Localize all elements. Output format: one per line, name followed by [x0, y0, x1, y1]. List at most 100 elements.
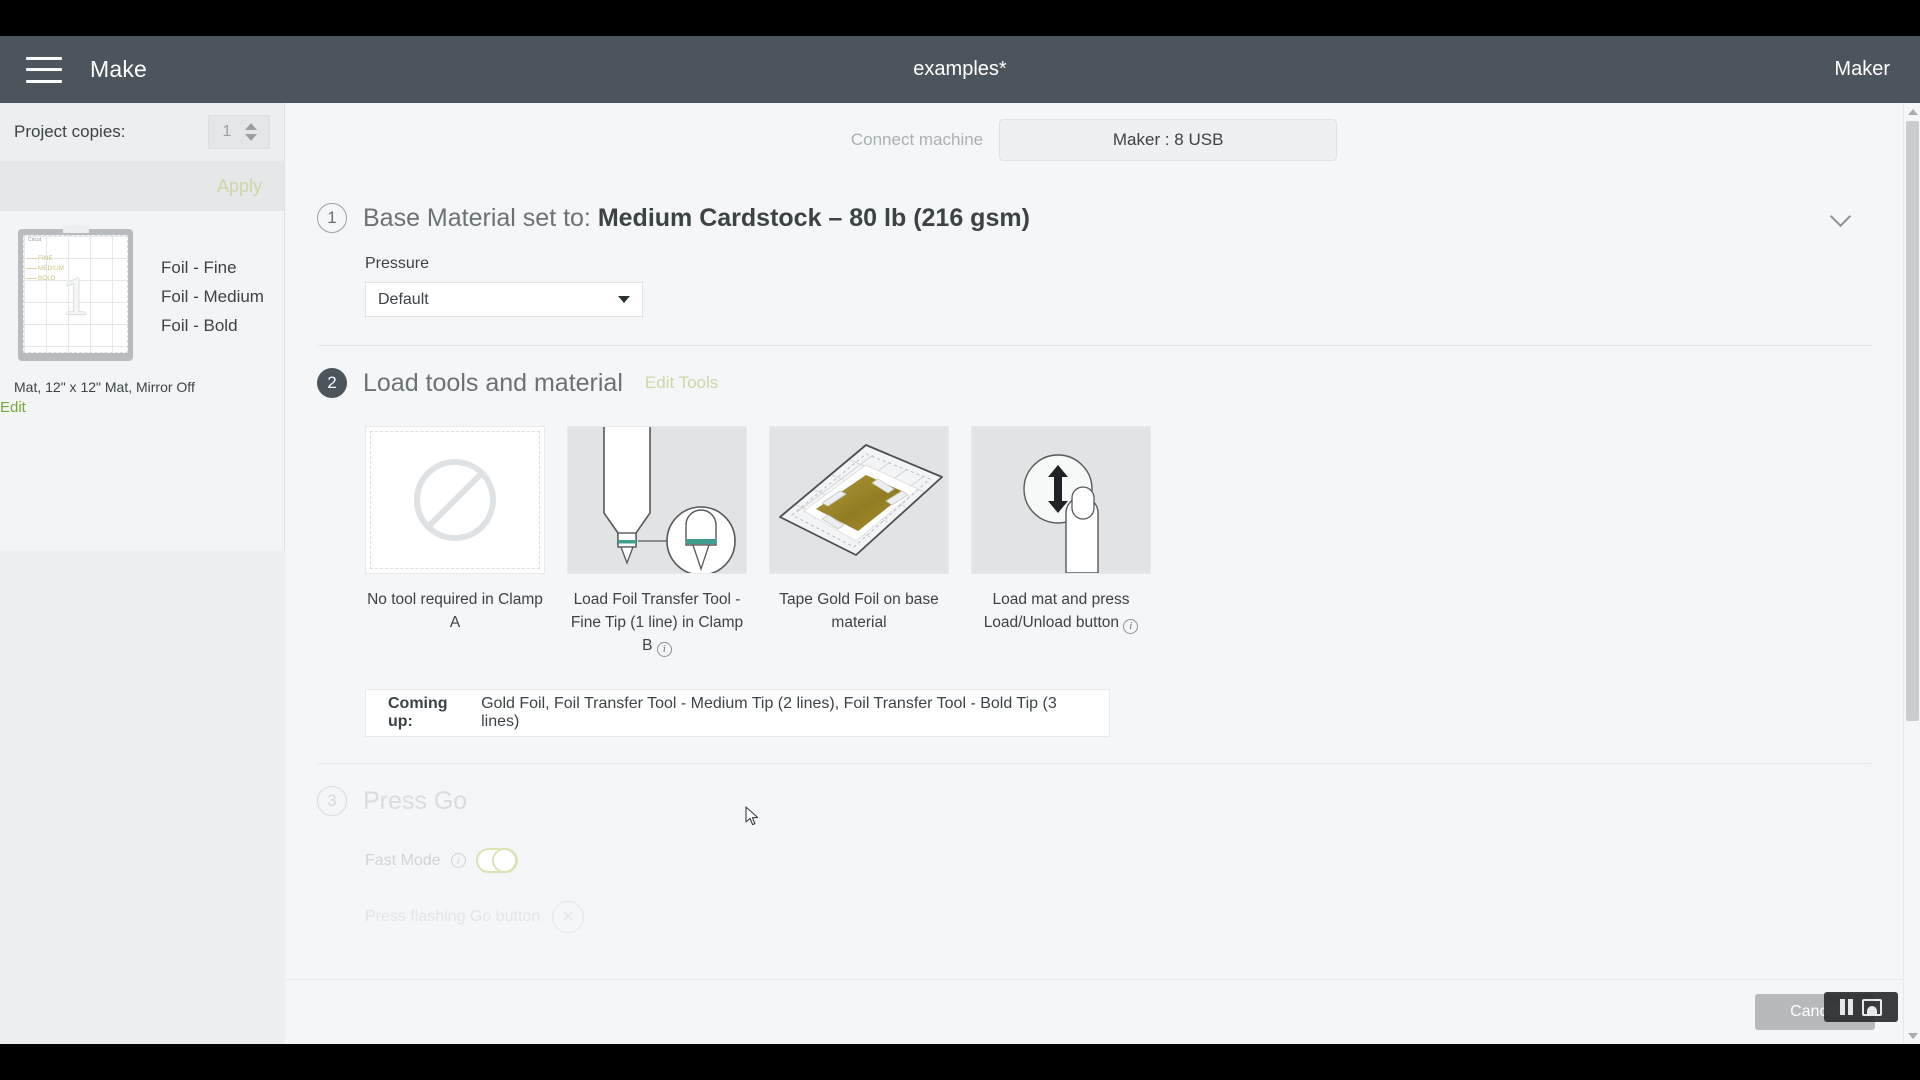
pressure-select[interactable]: Default: [365, 282, 643, 317]
tool-card-3-image: [971, 426, 1151, 574]
fast-mode-row: Fast Mode i: [317, 822, 1871, 873]
main-panel: Connect machine Maker : 8 USB 1 Base Mat…: [285, 103, 1903, 1044]
document-title: examples*: [913, 58, 1007, 80]
no-tool-icon: [414, 459, 496, 541]
apply-row: Apply: [0, 161, 284, 211]
apply-button[interactable]: Apply: [217, 176, 262, 197]
hamburger-menu-icon[interactable]: [26, 56, 62, 83]
toggle-knob: [491, 848, 517, 873]
step-3-title: Press Go: [363, 786, 468, 815]
make-screen: Make examples* Maker Project copies: App…: [0, 36, 1920, 1044]
bottom-bar: Cancel: [285, 979, 1903, 1044]
tool-card-2-caption: Tape Gold Foil on base material: [779, 591, 939, 631]
press-go-text: Press flashing Go button: [365, 908, 541, 925]
mat-brand-label: Cricut: [28, 237, 42, 243]
press-go-row: Press flashing Go button ✕: [317, 873, 1871, 933]
connect-machine-label: Connect machine: [850, 130, 984, 149]
step-1-header: 1 Base Material set to: Medium Cardstock…: [317, 181, 1871, 239]
info-icon[interactable]: i: [656, 642, 672, 657]
tool-list-item-0: Foil - Fine: [161, 258, 237, 277]
tool-card-0-caption: No tool required in Clamp A: [367, 591, 543, 631]
project-copies-input[interactable]: [209, 117, 245, 147]
tool-list-item-1: Foil - Medium: [161, 287, 264, 306]
step-1-title: Base Material set to: Medium Cardstock –…: [363, 204, 1030, 233]
go-button-icon: ✕: [552, 901, 585, 933]
tool-card-1-caption: Load Foil Transfer Tool - Fine Tip (1 li…: [567, 588, 747, 657]
top-bar: Make examples* Maker: [0, 36, 1920, 103]
tool-card-1-caption-text: Load Foil Transfer Tool - Fine Tip (1 li…: [570, 591, 744, 654]
mat-edit-link[interactable]: Edit: [0, 399, 26, 416]
tool-card-1-image: [567, 426, 747, 574]
step-2-title: Load tools and material: [363, 368, 623, 397]
mat-label-medium: MEDIUM: [25, 266, 65, 272]
project-copies-row: Project copies:: [0, 103, 284, 161]
scroll-down-icon[interactable]: [1904, 1027, 1920, 1044]
copies-increment-icon[interactable]: [245, 123, 257, 130]
mat-foil-labels: FINE MEDIUM BOLD: [25, 254, 65, 284]
mat-label-fine: FINE: [25, 254, 64, 264]
step-3-header: 3 Press Go: [317, 764, 1871, 822]
coming-up-label: Coming up:: [388, 695, 448, 730]
coming-up-banner: Coming up: Gold Foil, Foil Transfer Tool…: [365, 689, 1110, 737]
app-title: Make: [90, 56, 148, 82]
pressure-select-value: Default: [378, 290, 429, 308]
sidebar-empty-area: [0, 551, 285, 1044]
tool-card-0-image: [365, 426, 545, 574]
step-3-number: 3: [317, 786, 347, 816]
mat-block: Cricut FINE MEDIUM BOLD 1 Foil - Fine Fo…: [0, 211, 284, 551]
tool-list-item-2: Foil - Bold: [161, 316, 238, 335]
scrollbar-thumb[interactable]: [1906, 121, 1919, 721]
step-1-number: 1: [317, 203, 347, 233]
mat-row: Cricut FINE MEDIUM BOLD 1 Foil - Fine Fo…: [0, 225, 284, 361]
step-1-title-prefix: Base Material set to:: [363, 203, 598, 232]
screenshot-icon[interactable]: [1862, 998, 1882, 1016]
step-2-header: 2 Load tools and material Edit Tools: [317, 346, 1871, 404]
main-scrollbar[interactable]: [1903, 103, 1920, 1044]
dashed-placeholder: [370, 431, 540, 569]
pressure-label: Pressure: [365, 255, 430, 272]
mat-number: 1: [62, 266, 89, 327]
tool-card-3-caption-text: Load mat and press Load/Unload button: [983, 591, 1130, 631]
tool-card-2-image: [769, 426, 949, 574]
step-2-section: 2 Load tools and material Edit Tools No …: [285, 346, 1903, 764]
project-copies-stepper[interactable]: [208, 115, 270, 149]
mat-preview-thumbnail[interactable]: Cricut FINE MEDIUM BOLD 1: [18, 225, 133, 361]
mat-tool-list: Foil - Fine Foil - Medium Foil - Bold: [161, 229, 264, 361]
project-copies-spinner: [245, 123, 261, 141]
mat-label-bold: BOLD: [25, 274, 64, 284]
tool-cards: No tool required in Clamp A Load Foil Tr…: [317, 404, 1871, 657]
scroll-up-icon[interactable]: [1904, 103, 1920, 120]
machine-name-label: Maker: [1834, 58, 1890, 80]
step-2-number: 2: [317, 368, 347, 398]
edit-tools-link[interactable]: Edit Tools: [645, 373, 718, 393]
fast-mode-toggle[interactable]: [475, 848, 518, 873]
tool-card-3[interactable]: Load mat and press Load/Unload button i: [971, 426, 1151, 657]
mat-canvas: Cricut FINE MEDIUM BOLD 1: [23, 235, 128, 353]
step-1-material-value: Medium Cardstock – 80 lb (216 gsm): [597, 203, 1030, 232]
tool-card-2[interactable]: Tape Gold Foil on base material: [769, 426, 949, 657]
chevron-down-icon: [618, 296, 630, 303]
screen-capture-widget[interactable]: [1824, 992, 1898, 1022]
info-icon[interactable]: i: [1123, 619, 1139, 634]
gold-foil-on-mat-icon: [770, 427, 948, 573]
mat-settings-summary: Mat, 12" x 12" Mat, Mirror Off: [14, 379, 195, 395]
info-icon[interactable]: i: [450, 853, 466, 868]
fast-mode-label: Fast Mode: [365, 851, 441, 869]
mat-tab-icon: [62, 225, 89, 233]
coming-up-value: Gold Foil, Foil Transfer Tool - Medium T…: [481, 695, 1057, 730]
foil-transfer-tool-icon: [568, 427, 746, 573]
tool-card-1[interactable]: Load Foil Transfer Tool - Fine Tip (1 li…: [567, 426, 747, 657]
pause-icon[interactable]: [1840, 999, 1853, 1015]
chevron-down-icon[interactable]: [1831, 207, 1851, 227]
step-1-section: 1 Base Material set to: Medium Cardstock…: [285, 181, 1903, 346]
tool-card-3-caption: Load mat and press Load/Unload button i: [971, 588, 1151, 634]
pressure-block: Pressure Default: [317, 239, 1871, 331]
copies-decrement-icon[interactable]: [245, 134, 257, 141]
machine-select-button[interactable]: Maker : 8 USB: [999, 119, 1338, 161]
press-load-button-icon: [972, 427, 1150, 573]
connect-machine-hint: [285, 167, 1903, 181]
step-3-section: 3 Press Go Fast Mode i Press flashing Go…: [285, 764, 1903, 933]
tool-card-0[interactable]: No tool required in Clamp A: [365, 426, 545, 657]
sidebar: Project copies: Apply Cricut FIN: [0, 103, 285, 1044]
connect-machine-row: Connect machine Maker : 8 USB: [285, 103, 1903, 161]
